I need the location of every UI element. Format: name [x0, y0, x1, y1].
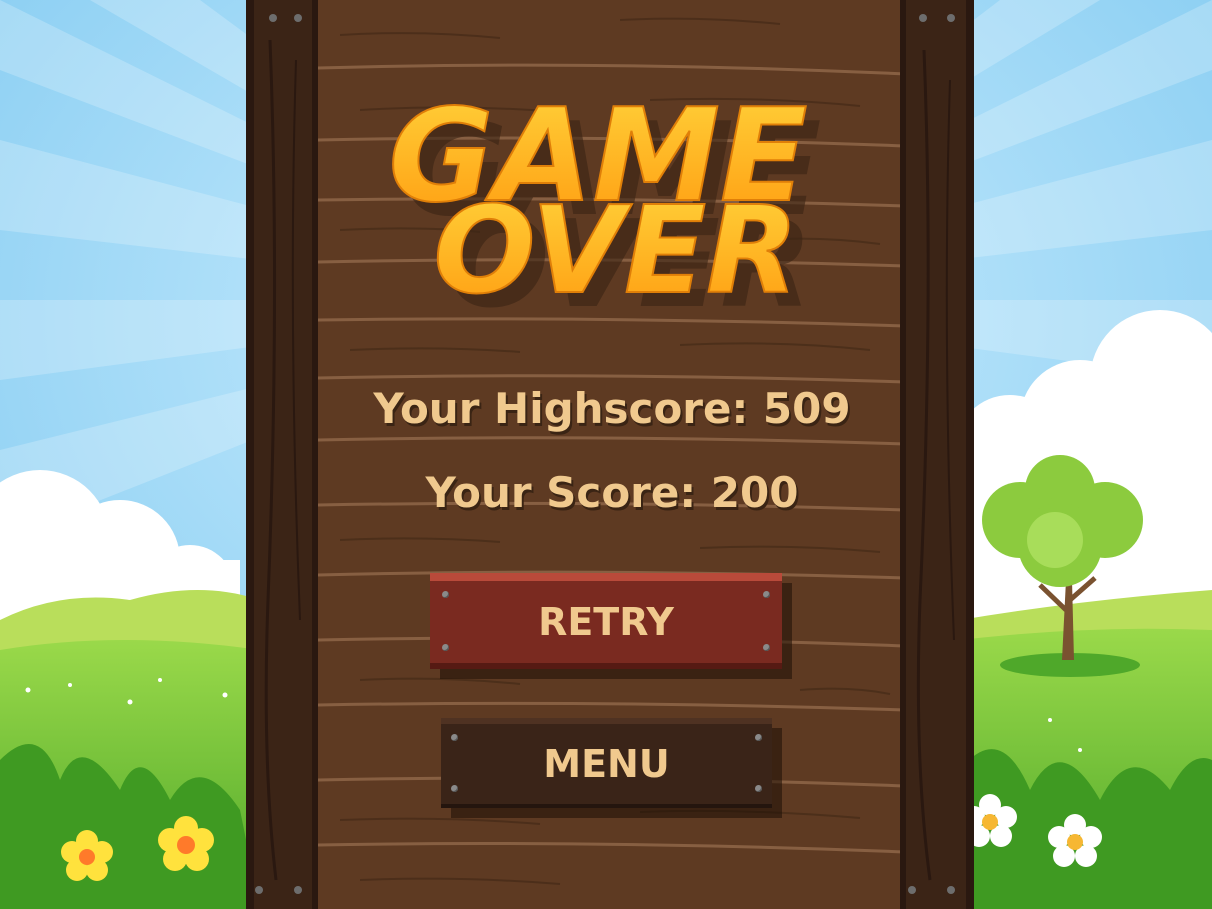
bolt-icon — [451, 734, 458, 741]
menu-button-label: MENU — [543, 742, 670, 786]
bolt-icon — [442, 644, 449, 651]
highscore-text: Your Highscore: 509 — [373, 384, 851, 433]
bolt-icon — [763, 591, 770, 598]
score-text: Your Score: 200 — [425, 468, 799, 517]
bolt-icon — [755, 734, 762, 741]
bolt-icon — [763, 644, 770, 651]
retry-button[interactable]: RETRY — [430, 573, 782, 669]
retry-button-label: RETRY — [538, 600, 674, 644]
bolt-icon — [755, 785, 762, 792]
bolt-icon — [442, 591, 449, 598]
post-right — [900, 0, 974, 909]
bolt-icon — [451, 785, 458, 792]
game-over-title: GAME GAME OVER OVER — [388, 81, 822, 335]
post-left — [246, 0, 318, 909]
menu-button[interactable]: MENU — [441, 718, 772, 808]
title-line2: OVER — [434, 182, 799, 321]
